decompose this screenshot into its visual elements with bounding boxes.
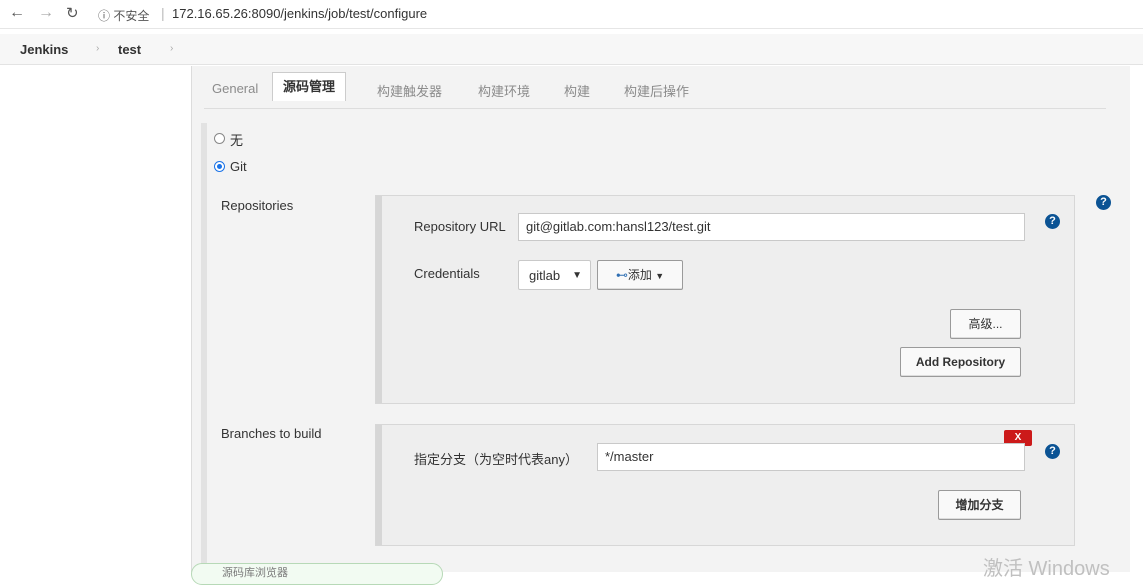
repository-browser-label: 源码库浏览器 xyxy=(191,563,443,585)
radio-scm-git[interactable] xyxy=(214,161,225,172)
add-credentials-label: 添加 xyxy=(627,268,652,282)
credentials-select[interactable]: gitlab ▼ xyxy=(518,260,591,290)
add-credentials-button[interactable]: ⊷添加 ▼ xyxy=(597,260,683,290)
radio-scm-git-label: Git xyxy=(230,159,247,174)
add-repository-button[interactable]: Add Repository xyxy=(900,347,1021,377)
tab-build[interactable]: 构建 xyxy=(564,81,590,100)
windows-activation-watermark: 激活 Windows xyxy=(983,558,1110,580)
branch-group: X 指定分支（为空时代表any） */master ? 增加分支 xyxy=(375,424,1075,546)
key-icon: ⊷ xyxy=(615,268,628,282)
repository-url-input[interactable]: git@gitlab.com:hansl123/test.git xyxy=(518,213,1025,241)
add-branch-button[interactable]: 增加分支 xyxy=(938,490,1021,520)
arrow-right-icon[interactable]: → xyxy=(38,4,54,22)
branch-specifier-input[interactable]: */master xyxy=(597,443,1025,471)
radio-scm-none[interactable] xyxy=(214,133,225,144)
credentials-select-value: gitlab xyxy=(529,268,561,283)
repository-url-label: Repository URL xyxy=(414,219,506,234)
advanced-button[interactable]: 高级... xyxy=(950,309,1021,339)
chevron-down-icon: ▼ xyxy=(572,270,582,281)
section-indent-bar xyxy=(201,123,207,572)
url-field[interactable]: 172.16.65.26:8090/jenkins/job/test/confi… xyxy=(172,6,427,21)
help-icon[interactable]: ? xyxy=(1045,214,1060,229)
repositories-label: Repositories xyxy=(221,198,294,213)
tab-post-build[interactable]: 构建后操作 xyxy=(624,81,689,100)
caret-down-icon: ▼ xyxy=(655,271,665,281)
browser-address-bar: ← → ↻ ⓘ 不安全 | 172.16.65.26:8090/jenkins/… xyxy=(0,0,1143,29)
chevron-right-icon: › xyxy=(96,43,100,54)
radio-scm-none-label: 无 xyxy=(230,133,244,148)
tab-divider xyxy=(204,108,1106,109)
chevron-right-icon[interactable]: › xyxy=(170,43,173,54)
group-indent-bar xyxy=(376,196,382,403)
repository-group: Repository URL git@gitlab.com:hansl123/t… xyxy=(375,195,1075,404)
url-divider: | xyxy=(161,5,165,21)
tab-scm[interactable]: 源码管理 xyxy=(272,72,347,101)
tab-build-triggers[interactable]: 构建触发器 xyxy=(377,81,442,100)
branch-specifier-label: 指定分支（为空时代表any） xyxy=(414,452,578,467)
group-indent-bar xyxy=(376,425,382,545)
help-icon[interactable]: ? xyxy=(1096,195,1111,210)
credentials-label: Credentials xyxy=(414,266,480,281)
breadcrumb-jenkins[interactable]: Jenkins xyxy=(20,42,68,57)
config-tabs: General 源码管理 构建触发器 构建环境 构建 构建后操作 xyxy=(192,66,1130,106)
config-panel: General 源码管理 构建触发器 构建环境 构建 构建后操作 无 Git ?… xyxy=(191,66,1130,572)
branches-label: Branches to build xyxy=(221,426,322,441)
breadcrumb: Jenkins › test › xyxy=(0,34,1143,65)
security-indicator[interactable]: ⓘ 不安全 xyxy=(98,7,149,24)
help-icon[interactable]: ? xyxy=(1045,444,1060,459)
breadcrumb-test[interactable]: test xyxy=(118,42,141,57)
tab-build-env[interactable]: 构建环境 xyxy=(478,81,530,100)
arrow-left-icon[interactable]: ← xyxy=(9,4,25,22)
tab-general[interactable]: General xyxy=(212,81,258,96)
reload-icon[interactable]: ↻ xyxy=(66,4,79,22)
